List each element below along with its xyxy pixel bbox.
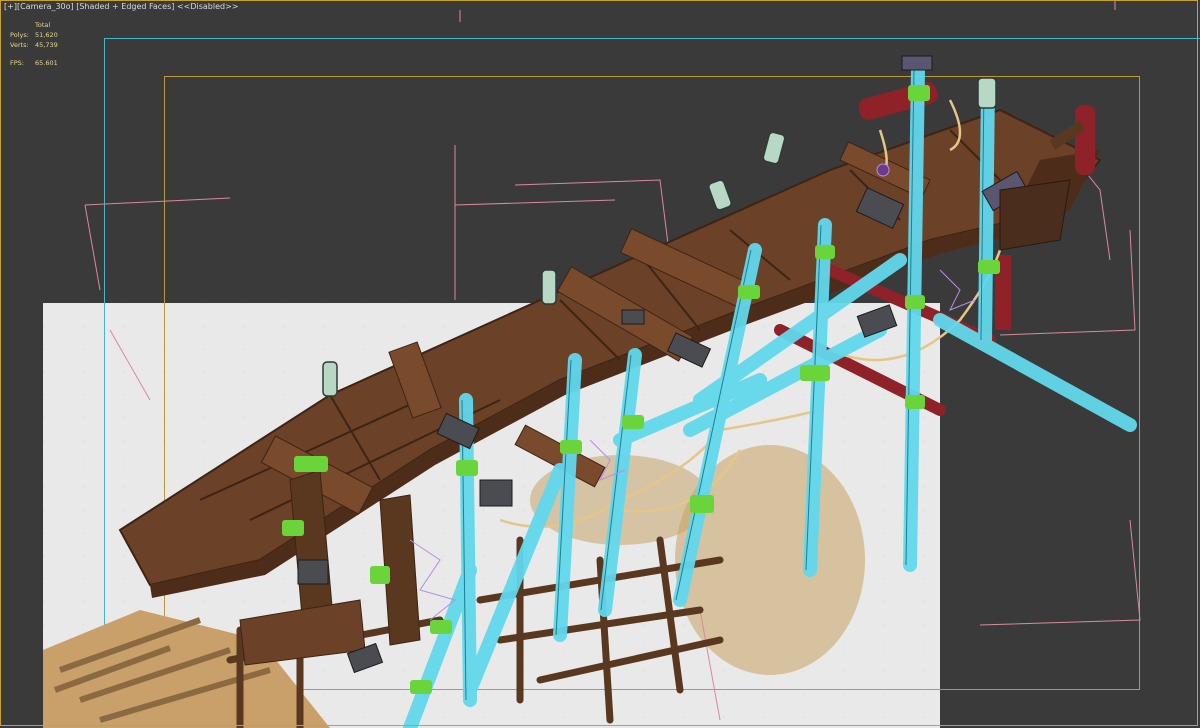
stats-verts-row: Verts: 45,739 — [10, 40, 75, 50]
stats-fps-value: 65.601 — [35, 59, 58, 67]
viewport-label[interactable]: [+][Camera_30o] [Shaded + Edged Faces] <… — [4, 2, 239, 11]
stats-polys-value: 51,620 — [35, 31, 58, 39]
viewport-camera-button[interactable]: [Camera_30o] — [17, 2, 74, 11]
stats-polys-row: Polys: 51,620 — [10, 30, 75, 40]
stats-verts-value: 45,739 — [35, 41, 58, 49]
viewport-menu-button[interactable]: [+] — [4, 2, 17, 11]
stats-polys-label: Polys: — [10, 31, 29, 39]
statistics-overlay: Total Polys: 51,620 Verts: 45,739 FPS: 6… — [10, 20, 75, 68]
viewport-shading-button[interactable]: [Shaded + Edged Faces] — [76, 2, 174, 11]
stats-total-header: Total — [35, 21, 51, 29]
stats-fps-label: FPS: — [10, 59, 24, 67]
scene-geometry[interactable] — [0, 0, 1200, 728]
viewport-disabled-button[interactable]: <<Disabled>> — [177, 2, 239, 11]
3d-viewport[interactable]: [+][Camera_30o] [Shaded + Edged Faces] <… — [0, 0, 1200, 728]
stats-verts-label: Verts: — [10, 41, 29, 49]
stats-fps-row: FPS: 65.601 — [10, 58, 75, 68]
